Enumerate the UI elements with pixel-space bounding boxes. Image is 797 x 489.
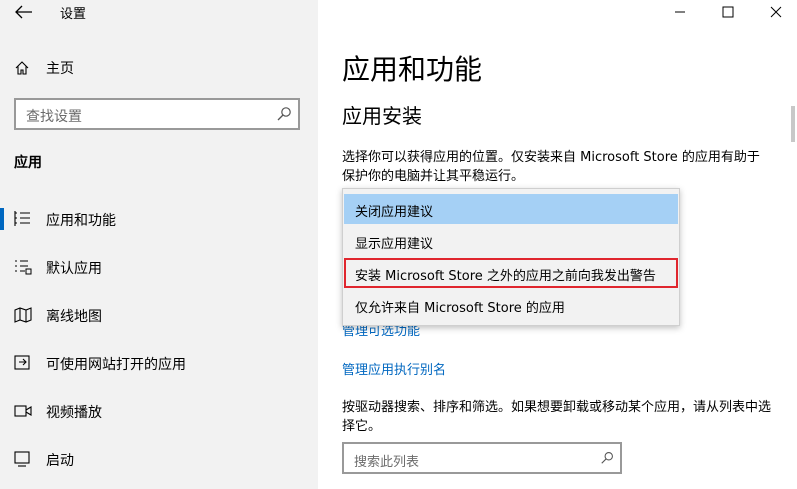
maximize-icon[interactable] (718, 2, 738, 22)
page-title: 应用和功能 (342, 53, 483, 86)
default-apps-icon (15, 260, 32, 275)
install-description: 选择你可以获得应用的位置。仅安装来自 Microsoft Store 的应用有助… (342, 150, 760, 184)
sidebar-item-startup[interactable]: 启动 (0, 439, 318, 479)
sidebar-item-apps-features[interactable]: 应用和功能 (0, 199, 318, 239)
sidebar-item-label: 视频播放 (46, 405, 102, 421)
search-icon (277, 107, 291, 121)
main-panel: 应用和功能 应用安装 选择你可以获得应用的位置。仅安装来自 Microsoft … (318, 0, 797, 489)
dropdown-option-show-recommendations[interactable]: 显示应用建议 (344, 226, 678, 256)
startup-icon (14, 451, 30, 467)
minimize-icon[interactable] (670, 2, 690, 22)
sidebar: 设置 主页 查找设置 应用 应用和功能 默认应用 离线地图 可使用网站打开的应用… (0, 0, 318, 489)
nav-home[interactable]: 主页 (14, 58, 74, 78)
settings-search-placeholder: 查找设置 (26, 109, 82, 125)
dropdown-option-warn-before-install[interactable]: 安装 Microsoft Store 之外的应用之前向我发出警告 (344, 258, 678, 288)
video-playback-icon (14, 405, 32, 417)
dropdown-option-store-only[interactable]: 仅允许来自 Microsoft Store 的应用 (344, 290, 678, 320)
scrollbar-thumb[interactable] (791, 106, 795, 142)
sidebar-item-label: 应用和功能 (46, 213, 116, 229)
search-description: 按驱动器搜索、排序和筛选。如果想要卸载或移动某个应用，请从列表中选择它。 (342, 400, 772, 434)
apps-for-websites-icon (14, 355, 30, 370)
home-icon (15, 61, 29, 75)
back-button[interactable] (14, 4, 34, 20)
search-icon (601, 452, 613, 464)
app-install-source-dropdown[interactable]: 关闭应用建议 显示应用建议 安装 Microsoft Store 之外的应用之前… (342, 188, 680, 326)
back-arrow-icon (15, 5, 32, 19)
app-list-search-input[interactable]: 搜索此列表 (342, 442, 622, 474)
sidebar-item-default-apps[interactable]: 默认应用 (0, 247, 318, 287)
sidebar-item-apps-for-websites[interactable]: 可使用网站打开的应用 (0, 343, 318, 383)
section-label-apps: 应用 (14, 155, 42, 171)
app-list-search-placeholder: 搜索此列表 (354, 455, 420, 470)
manage-app-alias-link[interactable]: 管理应用执行别名 (342, 359, 446, 378)
settings-search-input[interactable]: 查找设置 (14, 98, 300, 130)
sidebar-item-label: 启动 (46, 453, 74, 469)
section-title: 应用安装 (342, 104, 422, 128)
sidebar-item-offline-maps[interactable]: 离线地图 (0, 295, 318, 335)
nav-home-label: 主页 (46, 61, 74, 77)
apps-features-icon (14, 211, 30, 226)
sidebar-item-label: 离线地图 (46, 309, 102, 325)
sidebar-item-label: 可使用网站打开的应用 (46, 357, 186, 373)
sidebar-item-label: 默认应用 (46, 261, 102, 277)
close-icon[interactable] (766, 2, 786, 22)
offline-maps-icon (14, 307, 32, 323)
window-title: 设置 (60, 7, 87, 22)
dropdown-option-turn-off-recommendations[interactable]: 关闭应用建议 (344, 194, 678, 224)
sidebar-item-video-playback[interactable]: 视频播放 (0, 391, 318, 431)
